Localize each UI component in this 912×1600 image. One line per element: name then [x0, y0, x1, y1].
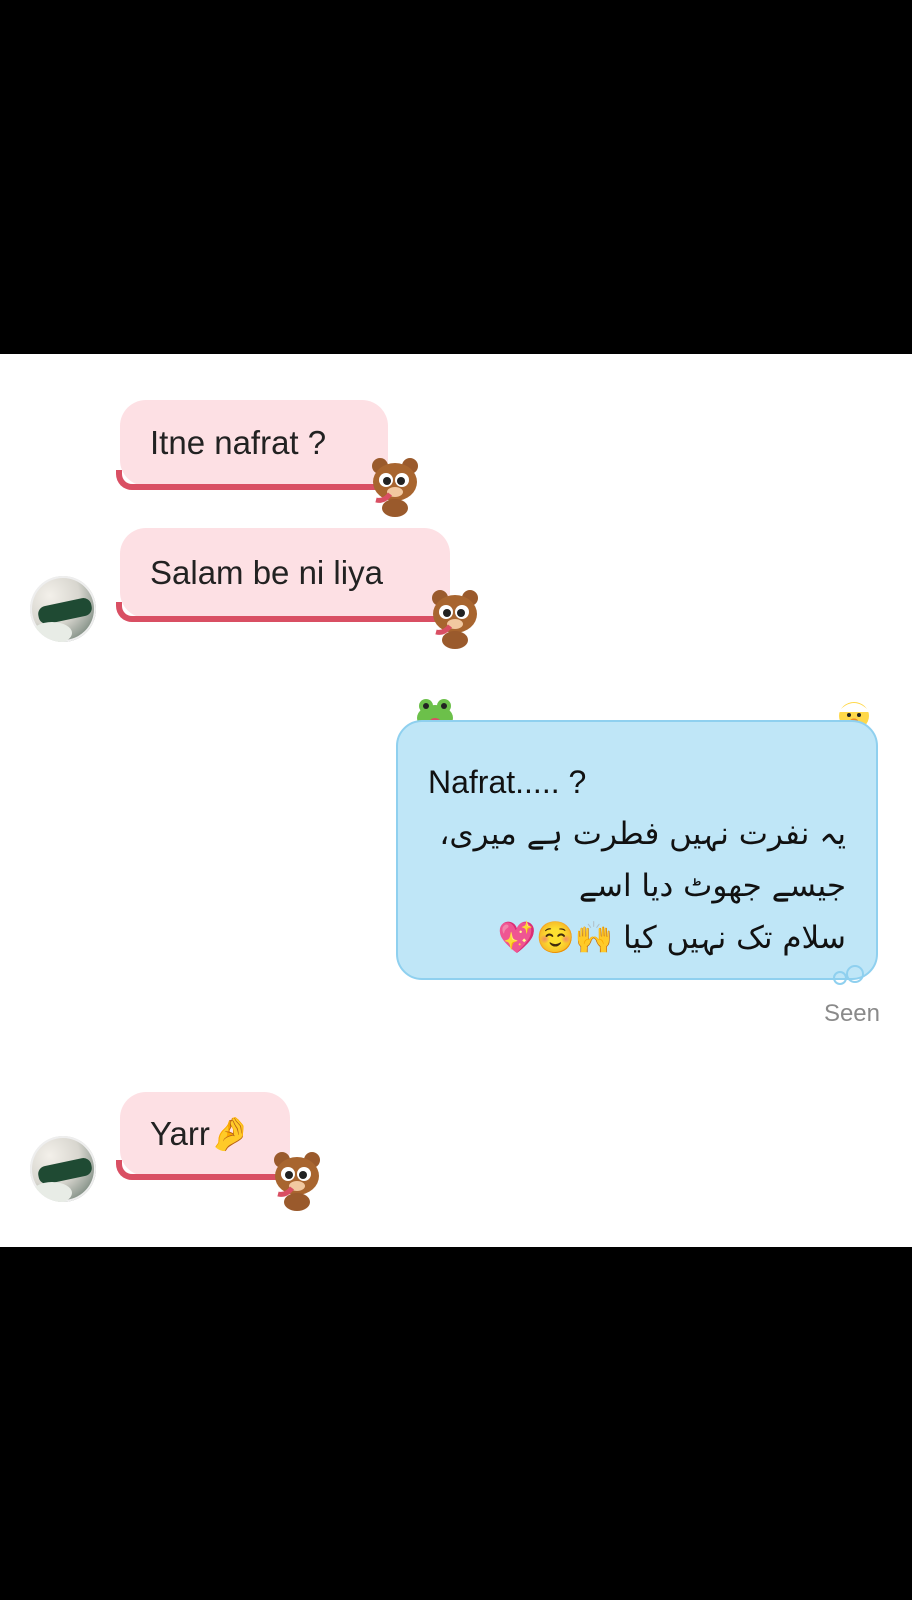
message-text-line: یہ نفرت نہیں فطرت ہے میری، — [439, 816, 846, 852]
emoji: 🤌 — [209, 1114, 251, 1152]
bear-sticker-icon — [432, 590, 478, 649]
bear-sticker-icon — [274, 1152, 320, 1211]
message-text-line: سلام تک نہیں کیا 🙌☺️💖 — [428, 912, 846, 964]
chat-area[interactable]: Itne nafrat ? Salam be ni liya Nafrat...… — [0, 354, 912, 1247]
bubble-tail — [116, 602, 444, 622]
outgoing-message-bubble[interactable]: Nafrat..... ? یہ نفرت نہیں فطرت ہے میری،… — [396, 720, 878, 980]
avatar[interactable] — [30, 1136, 96, 1202]
message-text: سلام تک نہیں کیا — [623, 920, 846, 956]
message-text: Yarr — [150, 1115, 210, 1152]
emoji-group: 🙌☺️💖 — [497, 920, 614, 956]
avatar[interactable] — [30, 576, 96, 642]
message-text-line: Nafrat..... ? — [428, 764, 587, 800]
message-text: Itne nafrat ? — [150, 424, 327, 461]
bubbles-icon — [833, 965, 864, 985]
bubble-tail — [116, 1160, 284, 1180]
message-text: Salam be ni liya — [150, 554, 383, 591]
seen-status: Seen — [823, 1000, 880, 1027]
bubble-tail — [116, 470, 380, 490]
bear-sticker-icon — [372, 458, 418, 517]
message-text-line: جیسے جھوٹ دیا اسے — [578, 868, 846, 904]
